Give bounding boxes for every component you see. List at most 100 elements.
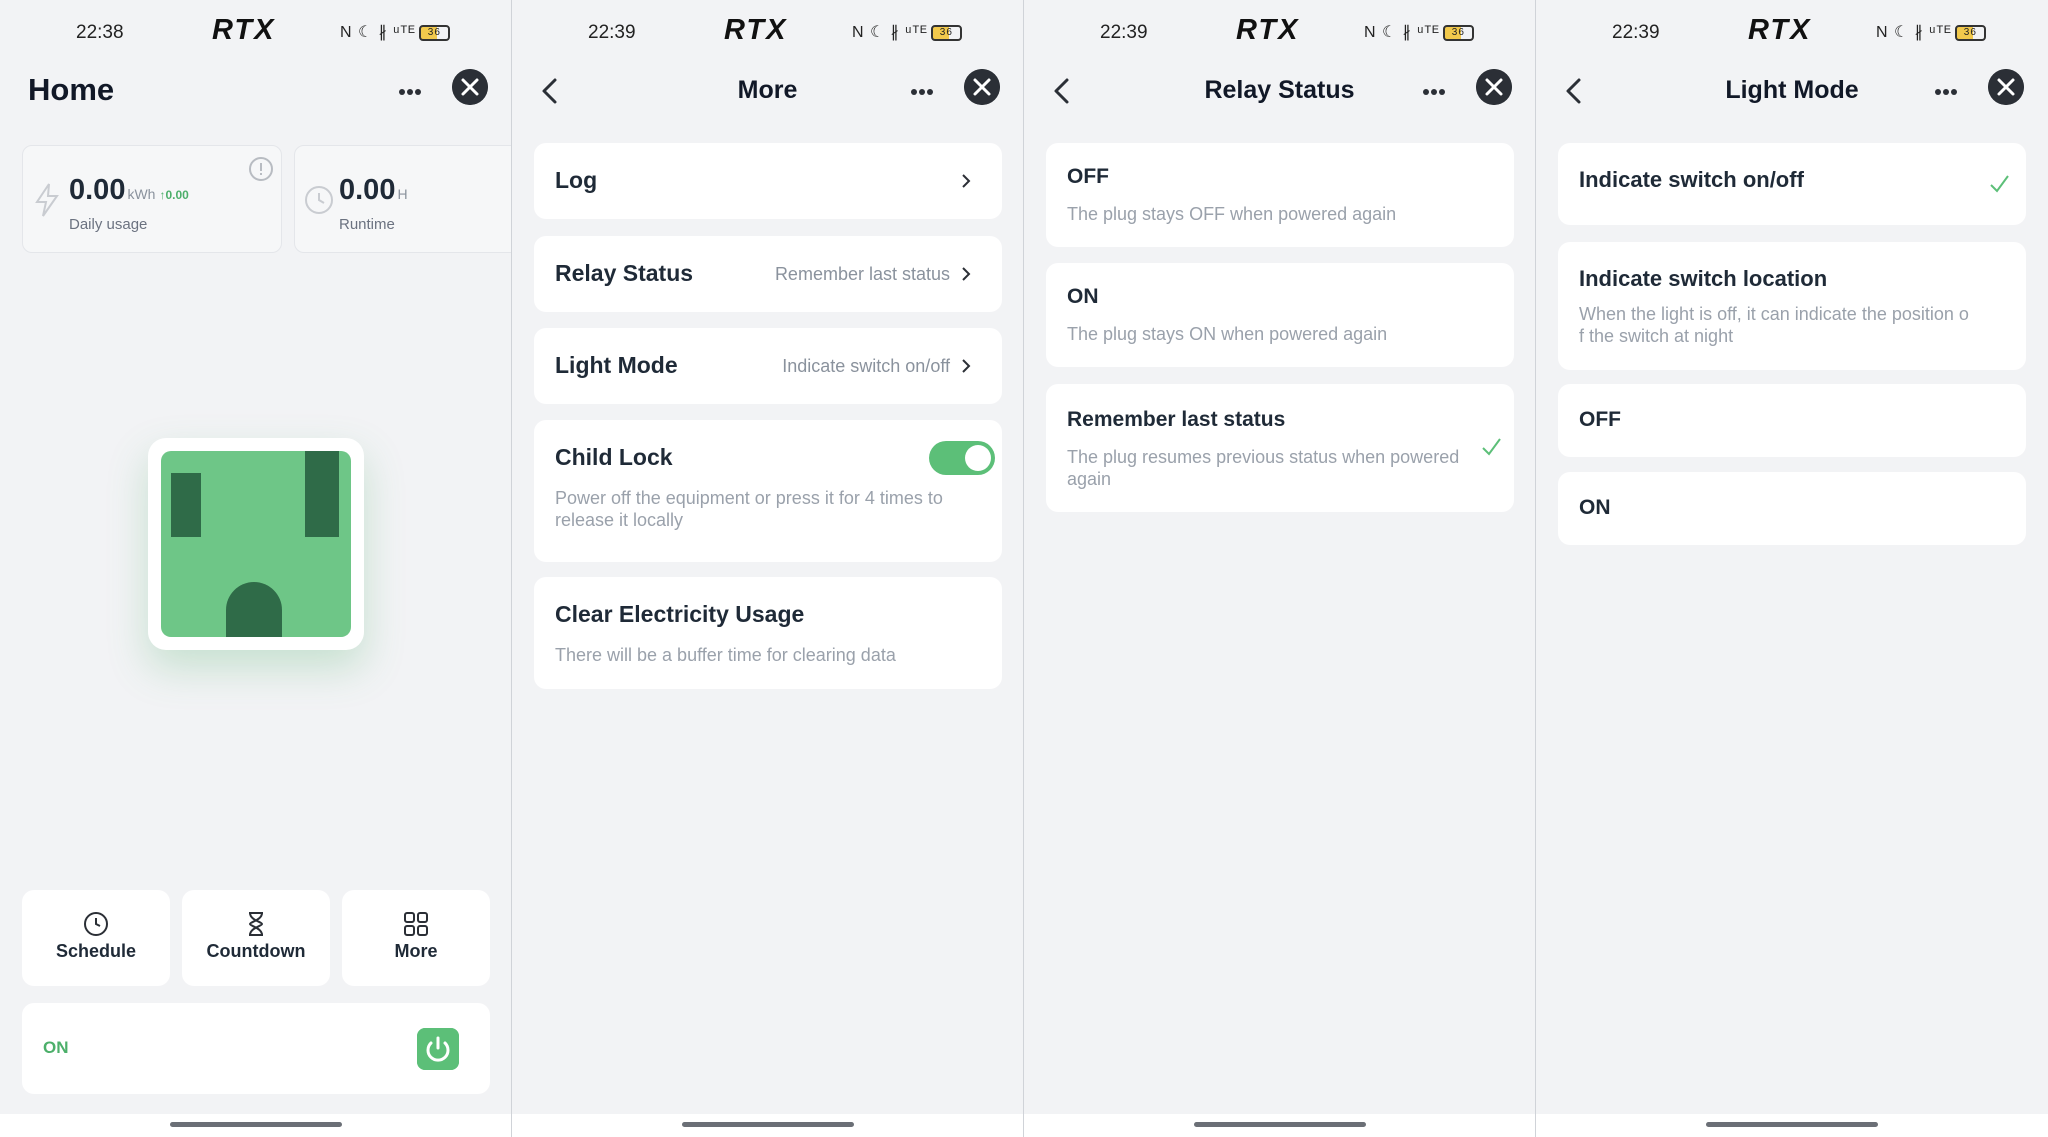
chevron-right-icon — [962, 267, 971, 281]
more-button[interactable]: More — [342, 890, 490, 986]
chevron-right-icon — [962, 174, 971, 188]
light-mode-item[interactable]: Light Mode Indicate switch on/off — [534, 328, 1002, 404]
relay-option-remember[interactable]: Remember last status The plug resumes pr… — [1046, 384, 1514, 512]
light-option-off[interactable]: OFF — [1558, 384, 2026, 457]
more-screen: 22:39 RTX N ☾ ∦ ᵘᵀᴱ 36 More Log Relay Sta… — [512, 0, 1023, 1137]
runtime-card[interactable]: 0.00 H Runtime — [294, 145, 511, 253]
device-image[interactable] — [148, 438, 364, 650]
child-lock-item: Child Lock Power off the equipment or pr… — [534, 420, 1002, 562]
brand-logo: RTX — [212, 14, 276, 46]
more-options-icon[interactable] — [385, 82, 435, 102]
close-icon[interactable] — [964, 69, 1000, 105]
power-state-label: ON — [43, 1038, 69, 1057]
brand-logo: RTX — [1748, 14, 1812, 46]
daily-usage-delta-value: 0.00 — [165, 188, 189, 202]
schedule-button[interactable]: Schedule — [22, 890, 170, 986]
light-option-indicate-location-title: Indicate switch location — [1579, 266, 1828, 291]
status-time: 22:39 — [1612, 22, 1660, 43]
clock-icon — [305, 186, 333, 214]
grid-icon — [404, 912, 428, 936]
daily-usage-unit: kWh — [127, 186, 156, 202]
relay-option-on-title: ON — [1067, 285, 1099, 308]
countdown-label: Countdown — [206, 941, 306, 961]
lightning-icon — [35, 183, 59, 217]
relay-option-off-desc: The plug stays OFF when powered again — [1067, 204, 1397, 224]
power-bar: ON — [22, 1003, 490, 1094]
checkmark-icon — [1482, 438, 1501, 456]
light-mode-value: Indicate switch on/off — [782, 356, 950, 376]
toggle-knob — [965, 445, 991, 471]
close-icon[interactable] — [1476, 69, 1512, 105]
status-icons: N ☾ ∦ ᵘᵀᴱ 36 — [340, 22, 450, 42]
more-options-icon[interactable] — [897, 82, 947, 102]
home-indicator[interactable] — [1706, 1122, 1878, 1127]
countdown-button[interactable]: Countdown — [182, 890, 330, 986]
relay-option-off-title: OFF — [1067, 165, 1109, 188]
battery-icon: 36 — [418, 24, 450, 41]
relay-status-screen: 22:39 RTX N ☾ ∦ ᵘᵀᴱ 36 Relay Status OFF T… — [1024, 0, 1535, 1137]
relay-option-remember-title: Remember last status — [1067, 408, 1286, 431]
screenshot-stage: 22:38 RTX N ☾ ∦ ᵘᵀᴱ 36 Home 0.00 kWh ↑0.00 … — [0, 0, 2048, 1137]
relay-option-on[interactable]: ON The plug stays ON when powered again — [1046, 263, 1514, 367]
light-mode-screen: 22:39 RTX N ☾ ∦ ᵘᵀᴱ 36 Light Mode Indicat… — [1536, 0, 2048, 1137]
close-icon[interactable] — [1988, 69, 2024, 105]
plug-face — [161, 451, 351, 637]
light-option-indicate-location[interactable]: Indicate switch location When the light … — [1558, 242, 2026, 370]
runtime-unit: H — [397, 186, 408, 202]
plug-slot-right — [305, 451, 339, 537]
home-indicator[interactable] — [170, 1122, 342, 1127]
checkmark-icon — [1990, 175, 2009, 193]
schedule-label: Schedule — [55, 941, 137, 961]
clear-usage-desc: There will be a buffer time for clearing… — [555, 645, 896, 665]
header: More — [512, 66, 1023, 126]
battery-icon: 36 — [930, 24, 962, 41]
battery-icon: 36 — [1442, 24, 1474, 41]
more-options-icon[interactable] — [1921, 82, 1971, 102]
relay-status-label: Relay Status — [555, 260, 694, 286]
status-bar: 22:39 RTX N ☾ ∦ ᵘᵀᴱ 36 — [512, 0, 1023, 66]
log-label: Log — [555, 167, 598, 193]
more-options-icon[interactable] — [1409, 82, 1459, 102]
child-lock-desc-line2: release it locally — [555, 510, 684, 530]
power-icon[interactable] — [417, 1028, 459, 1070]
daily-usage-label: Daily usage — [69, 216, 148, 233]
daily-usage-card[interactable]: 0.00 kWh ↑0.00 Daily usage — [22, 145, 282, 253]
daily-usage-number: 0.00 — [69, 174, 126, 206]
child-lock-label: Child Lock — [555, 444, 673, 470]
battery-icon: 36 — [1954, 24, 1986, 41]
relay-option-on-desc: The plug stays ON when powered again — [1067, 324, 1388, 344]
brand-logo: RTX — [724, 14, 788, 46]
light-option-indicate-location-desc-line2: f the switch at night — [1579, 326, 1734, 346]
light-option-indicate-onoff[interactable]: Indicate switch on/off — [1558, 143, 2026, 225]
light-option-off-title: OFF — [1579, 408, 1621, 431]
status-icons: N ☾ ∦ ᵘᵀᴱ 36 — [1364, 22, 1474, 42]
child-lock-toggle[interactable] — [929, 441, 995, 475]
chevron-right-icon — [962, 359, 971, 373]
relay-option-off[interactable]: OFF The plug stays OFF when powered agai… — [1046, 143, 1514, 247]
light-option-indicate-location-desc-line1: When the light is off, it can indicate t… — [1579, 304, 1969, 324]
close-icon[interactable] — [452, 69, 488, 105]
status-time: 22:38 — [76, 22, 124, 43]
child-lock-desc-line1: Power off the equipment or press it for … — [555, 488, 943, 508]
status-time: 22:39 — [588, 22, 636, 43]
log-item[interactable]: Log — [534, 143, 1002, 219]
clear-usage-item[interactable]: Clear Electricity Usage There will be a … — [534, 577, 1002, 689]
status-bar: 22:39 RTX N ☾ ∦ ᵘᵀᴱ 36 — [1536, 0, 2048, 66]
hourglass-icon — [248, 912, 264, 936]
more-label: More — [394, 941, 438, 961]
runtime-number: 0.00 — [339, 174, 396, 206]
light-option-on[interactable]: ON — [1558, 472, 2026, 545]
status-time: 22:39 — [1100, 22, 1148, 43]
status-icons-text: N ☾ ∦ ᵘᵀᴱ — [340, 24, 416, 41]
info-icon[interactable] — [248, 156, 274, 182]
clock-icon — [84, 912, 108, 936]
header: Light Mode — [1536, 66, 2048, 126]
runtime-label: Runtime — [339, 216, 395, 233]
home-indicator[interactable] — [682, 1122, 854, 1127]
status-icons-text: N ☾ ∦ ᵘᵀᴱ — [1876, 24, 1952, 41]
header: Home — [0, 66, 511, 126]
relay-status-item[interactable]: Relay Status Remember last status — [534, 236, 1002, 312]
runtime-value: 0.00 H — [339, 174, 408, 207]
home-indicator[interactable] — [1194, 1122, 1366, 1127]
light-mode-label: Light Mode — [555, 352, 678, 378]
